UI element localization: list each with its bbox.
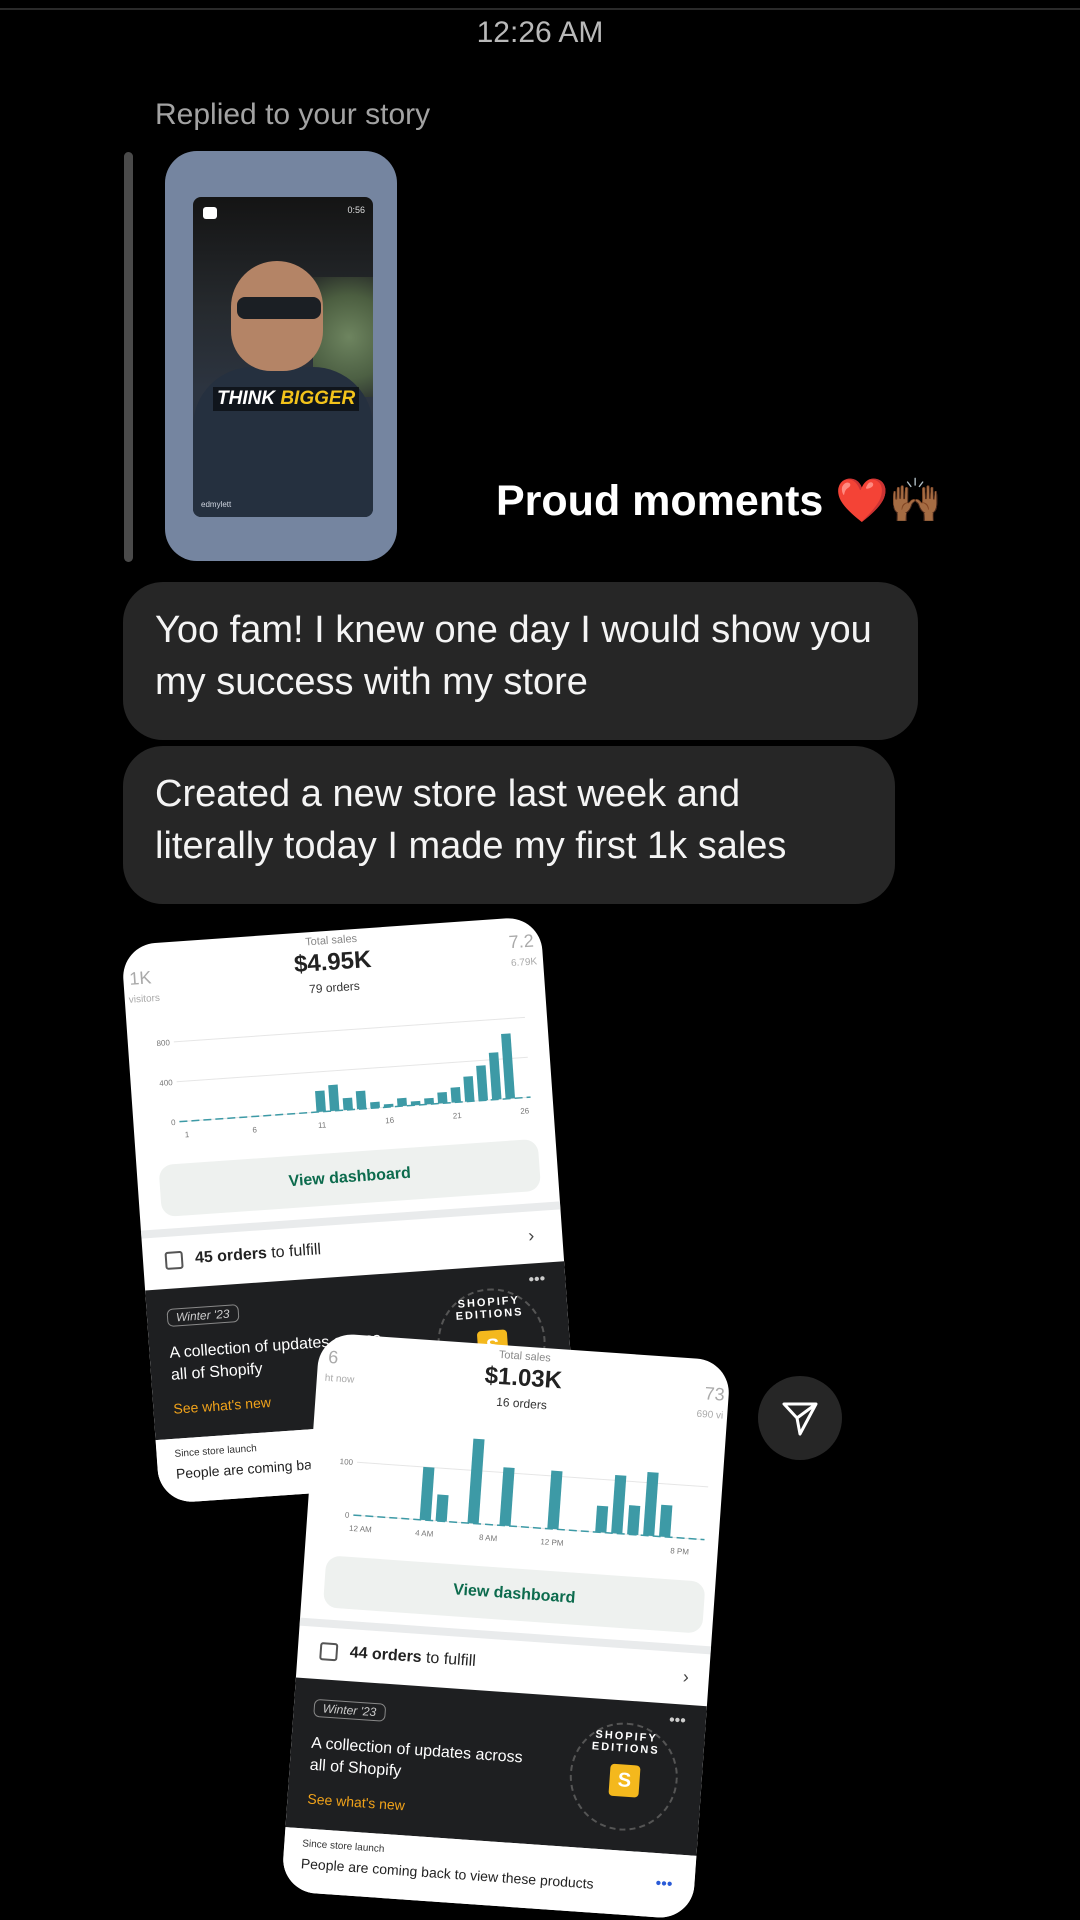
x-tick-label: 4 AM [415,1528,434,1538]
chart-bar [611,1475,627,1534]
x-tick-label: 1 [185,1130,191,1139]
message-bubble[interactable]: Created a new store last week and litera… [123,746,895,904]
more-icon[interactable]: ••• [668,1712,686,1731]
editions-card[interactable]: Winter '23 ••• A collection of updates a… [285,1677,707,1856]
chart-bar [547,1470,563,1530]
chart-bar [659,1504,673,1538]
shopify-editions-badge: SHOPIFY EDITIONS S [566,1718,682,1835]
chart-bar [315,1090,326,1113]
x-tick-label: 8 PM [670,1546,690,1556]
sales-chart-2: 0 100 12 AM 4 AM 8 AM 12 PM 8 PM [330,1418,717,1564]
right-metric: 7.2 [507,930,535,953]
x-tick-label: 12 PM [540,1537,564,1548]
chart-bar [328,1084,340,1112]
story-image: 0:56 THINK BIGGER edmylett [193,197,373,517]
chart-bar [467,1438,485,1524]
gridline [173,1016,526,1043]
editions-title: A collection of updates across all of Sh… [309,1734,524,1781]
x-tick-label: 26 [520,1106,530,1116]
story-handle: edmylett [201,500,232,509]
chart-bar [370,1101,380,1109]
chart-bar [419,1466,435,1521]
story-caption: THINK BIGGER [213,387,360,411]
chart-bar [342,1097,353,1111]
gridline [176,1056,528,1083]
winter-tag: Winter '23 [313,1698,386,1722]
chart-bar [499,1467,515,1527]
chart-bar [435,1494,449,1522]
x-tick-label: 16 [385,1116,395,1126]
paper-plane-icon [782,1402,818,1436]
y-tick-label: 800 [156,1038,170,1048]
top-divider [0,8,1080,10]
see-whats-new-link[interactable]: See what's new [307,1791,406,1814]
y-tick-label: 400 [159,1078,173,1088]
download-box-icon [319,1641,339,1662]
chevron-right-icon: › [682,1666,690,1687]
raising-hands-icon: 🙌🏾 [888,477,943,525]
view-dashboard-button[interactable]: View dashboard [158,1138,542,1218]
chart-bar [424,1097,435,1105]
x-tick-label: 8 AM [479,1533,498,1543]
sales-chart-1: 0 400 800 1 6 11 16 21 26 [151,1001,538,1147]
x-tick-label: 11 [318,1120,327,1130]
chart-bar [410,1100,421,1106]
x-tick-label: 6 [252,1125,258,1134]
shopify-bag-icon: S [608,1763,641,1798]
story-reply-text: Proud moments ❤️🙌🏾 [496,477,943,525]
video-icon [203,207,217,219]
chart-bar [643,1471,659,1537]
send-button[interactable] [758,1376,842,1460]
story-preview[interactable]: 0:56 THINK BIGGER edmylett [165,151,397,561]
chart-bar [595,1505,609,1533]
chart-bar [627,1505,641,1536]
see-whats-new-link[interactable]: See what's new [173,1394,272,1417]
y-tick-label: 0 [171,1118,177,1127]
chart-bar [396,1097,407,1107]
sunglasses [237,297,321,319]
replied-label: Replied to your story [155,98,431,131]
heart-icon: ❤️ [835,477,889,525]
chart-bar [463,1076,475,1102]
image-attachment-2[interactable]: Total sales 6 ht now $1.03K 16 orders 73… [280,1332,732,1920]
chart-bar [437,1091,448,1104]
more-icon[interactable]: ••• [528,1271,546,1290]
story-duration: 0:56 [347,205,365,215]
y-tick-label: 0 [345,1511,351,1520]
chart-bar [476,1065,489,1101]
chart-bar [450,1087,462,1103]
winter-tag: Winter '23 [166,1304,240,1328]
reply-indicator-bar [124,152,133,562]
message-bubble[interactable]: Yoo fam! I knew one day I would show you… [123,582,918,740]
view-dashboard-button[interactable]: View dashboard [322,1555,706,1634]
y-tick-label: 100 [339,1457,353,1467]
x-tick-label: 21 [452,1111,462,1121]
right-metric: 73 [703,1383,726,1405]
right-metric-sub: 690 vi [696,1408,724,1422]
chart-bar [355,1090,367,1110]
download-box-icon [164,1250,184,1270]
chart-bar [501,1033,516,1099]
chevron-right-icon: › [527,1225,535,1246]
x-tick-label: 12 AM [349,1524,373,1535]
timestamp: 12:26 AM [476,16,604,49]
right-metric-sub: 6.79K [510,956,538,970]
more-icon[interactable]: ••• [655,1875,673,1894]
